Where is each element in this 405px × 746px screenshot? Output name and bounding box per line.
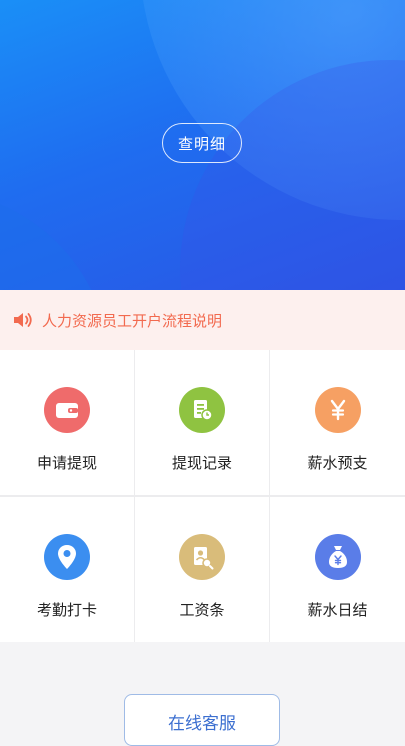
speaker-icon — [14, 313, 32, 327]
online-service-button[interactable]: 在线客服 — [124, 694, 280, 746]
view-details-button[interactable]: 查明细 — [162, 123, 242, 163]
hero-decoration — [0, 190, 110, 290]
attendance-checkin-button[interactable]: 考勤打卡 — [0, 497, 134, 642]
payslip-icon — [179, 534, 225, 580]
notice-text: 人力资源员工开户流程说明 — [42, 311, 223, 330]
money-bag-icon — [314, 534, 361, 580]
record-icon — [179, 387, 225, 433]
grid-item-label: 提现记录 — [171, 454, 232, 472]
grid-item-label: 工资条 — [179, 601, 225, 619]
hero-banner: 查明细 — [0, 0, 405, 290]
notice-bar[interactable]: 人力资源员工开户流程说明 — [0, 290, 405, 350]
daily-salary-button[interactable]: 薪水日结 — [270, 497, 405, 642]
grid-item-label: 申请提现 — [36, 454, 97, 472]
salary-advance-button[interactable]: 薪水预支 — [270, 350, 405, 495]
wallet-icon — [44, 387, 90, 433]
grid-item-label: 薪水预支 — [307, 454, 368, 472]
grid-item-label: 薪水日结 — [307, 601, 368, 619]
grid-item-label: 考勤打卡 — [36, 601, 97, 619]
feature-grid: 申请提现 提现记录 薪水预支 考勤打卡 工资条 薪水日结 — [0, 350, 405, 642]
apply-withdrawal-button[interactable]: 申请提现 — [0, 350, 134, 495]
withdrawal-records-button[interactable]: 提现记录 — [135, 350, 269, 495]
location-pin-icon — [44, 534, 90, 580]
yen-icon — [314, 387, 361, 433]
payslip-button[interactable]: 工资条 — [135, 497, 269, 642]
